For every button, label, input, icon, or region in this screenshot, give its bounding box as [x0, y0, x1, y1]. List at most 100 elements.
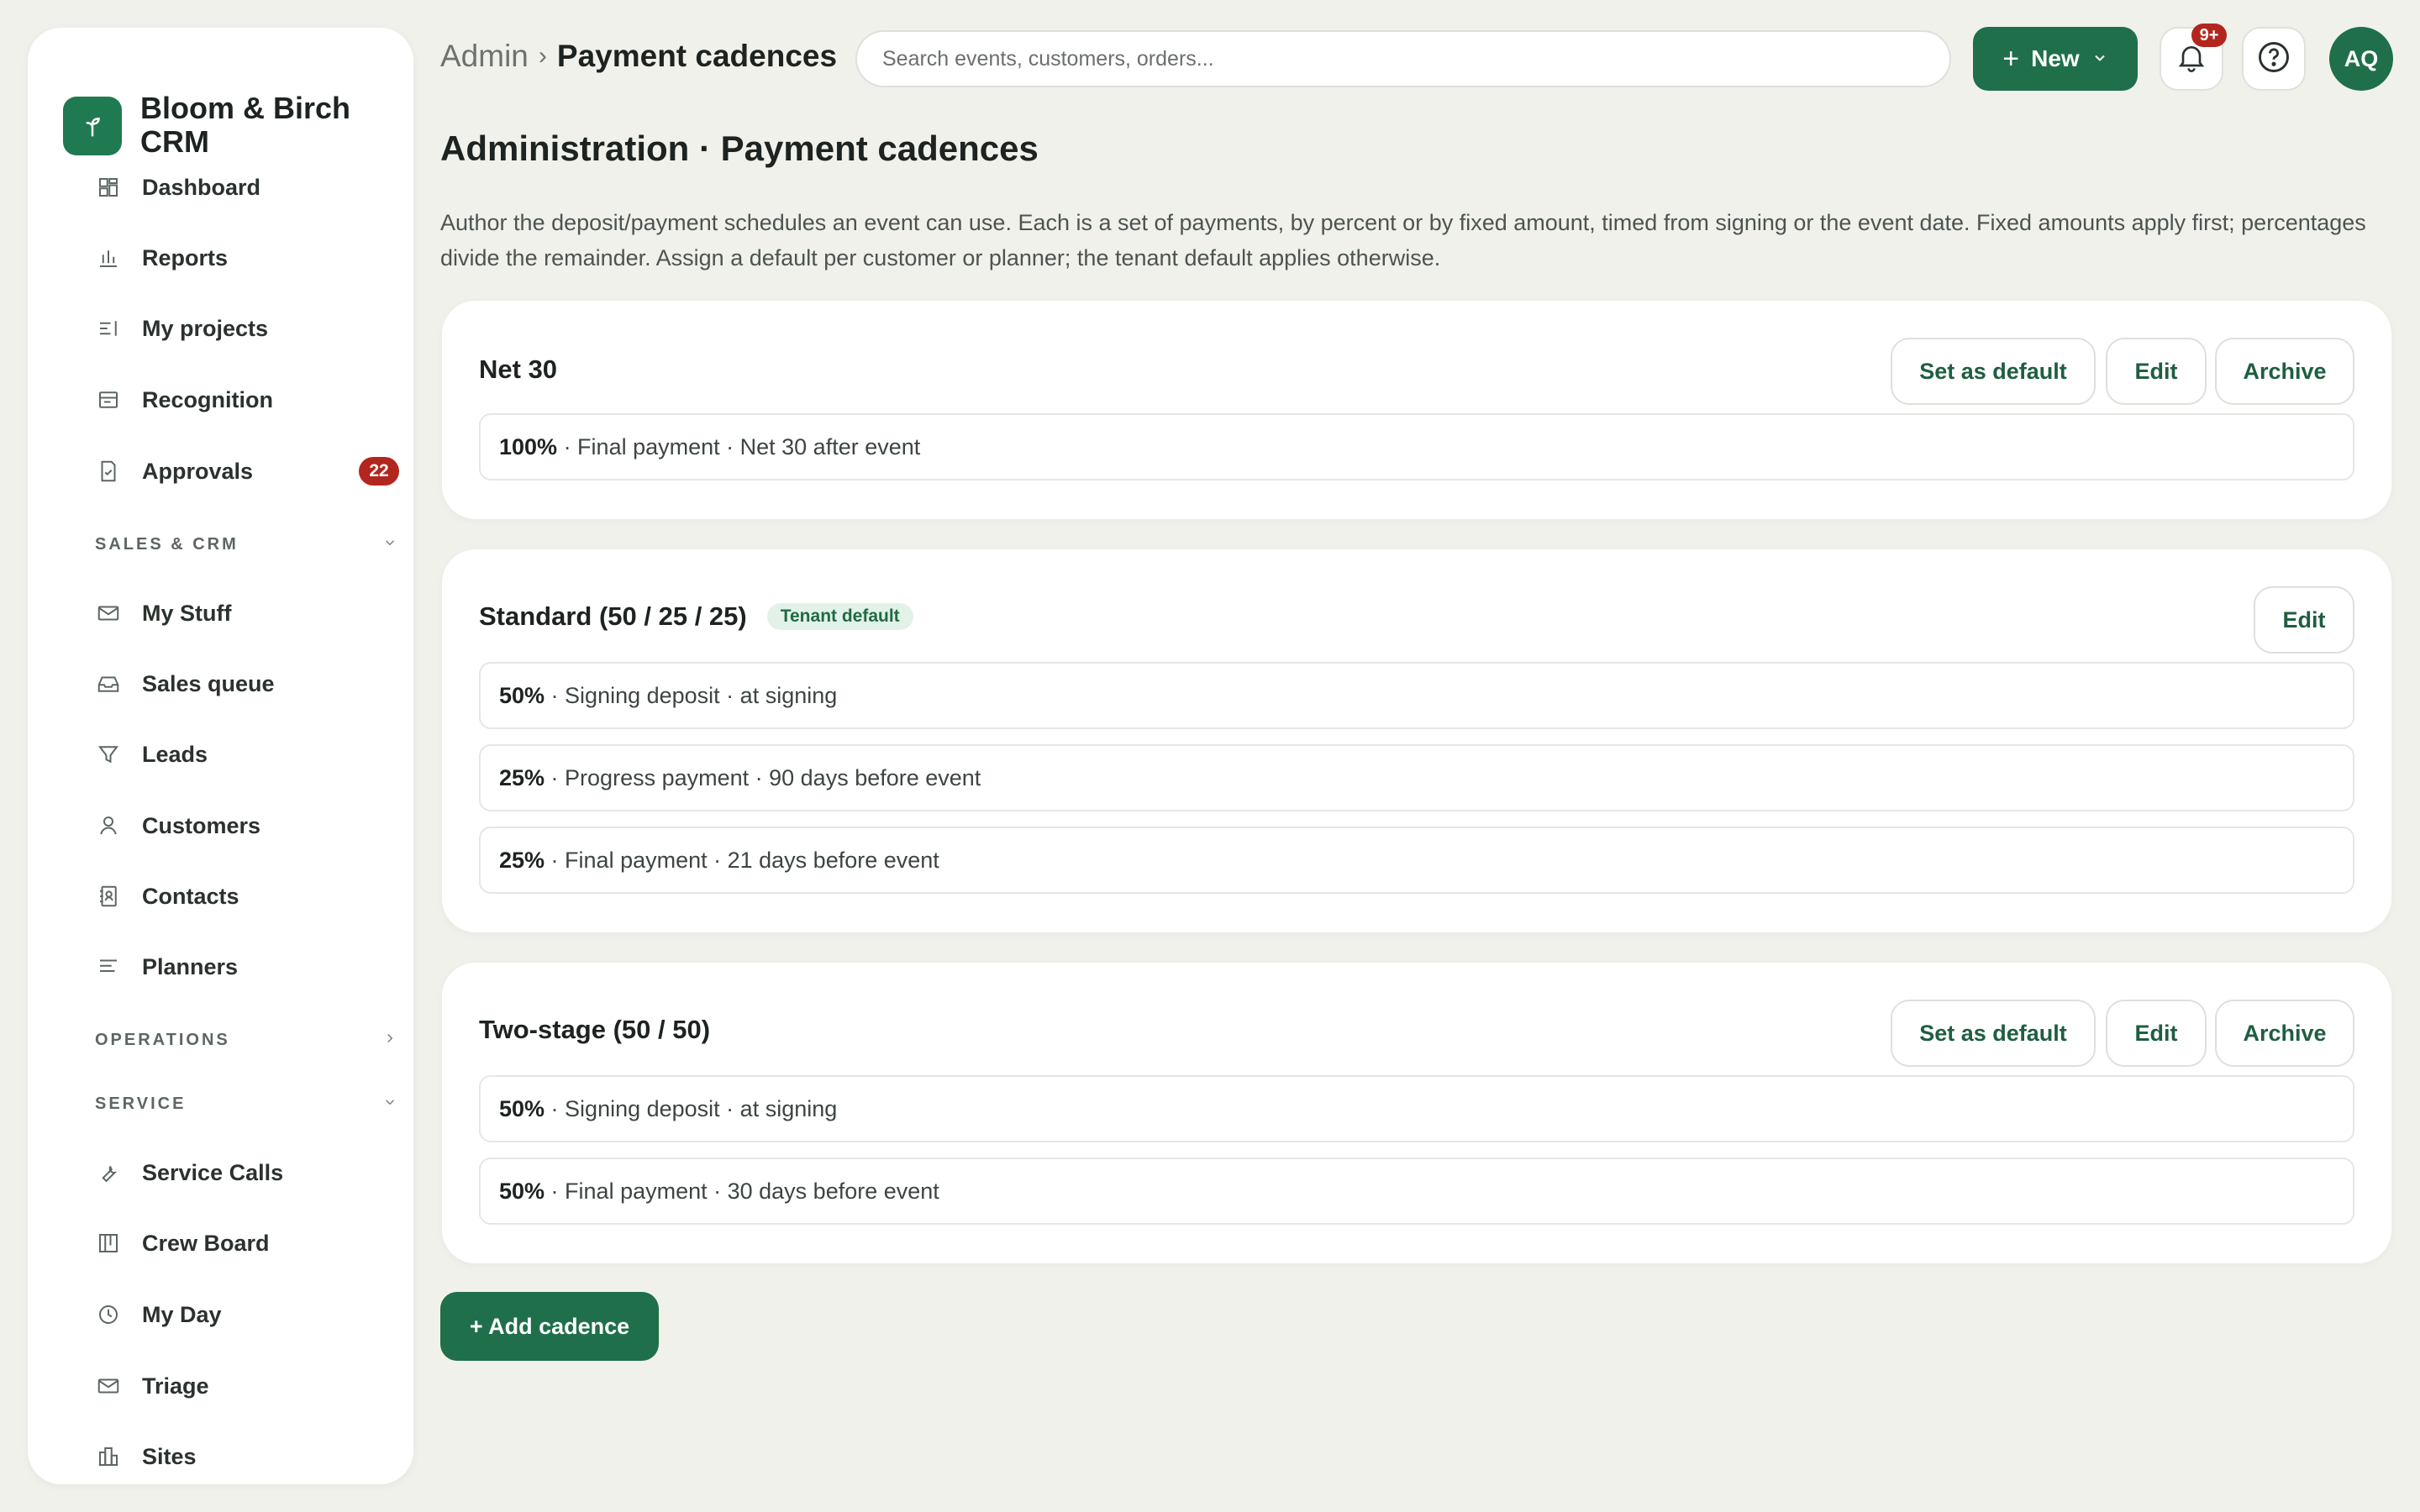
- sidebar-item-my-projects[interactable]: My projects: [63, 303, 399, 354]
- help-icon: [2255, 39, 2292, 80]
- cadence-name: Standard (50 / 25 / 25): [479, 601, 747, 631]
- filter-icon: [95, 741, 122, 768]
- tenant-default-badge: Tenant default: [766, 603, 913, 630]
- payment-percent: 50%: [499, 682, 545, 708]
- cadence-title: Two-stage (50 / 50): [479, 1015, 710, 1045]
- sidebar-item-leads[interactable]: Leads: [63, 729, 399, 780]
- edit-button[interactable]: Edit: [2254, 586, 2354, 654]
- add-cadence-button[interactable]: + Add cadence: [440, 1292, 659, 1361]
- payment-row: 100% · Final payment · Net 30 after even…: [479, 413, 2354, 480]
- chevron-down-icon: [382, 535, 397, 554]
- sidebar-item-label: Triage: [142, 1373, 209, 1399]
- sidebar-item-label: My projects: [142, 315, 269, 341]
- sidebar-item-label: Customers: [142, 812, 261, 838]
- sidebar-item-crew-board[interactable]: Crew Board: [63, 1218, 399, 1268]
- sidebar-item-label: Contacts: [142, 883, 239, 909]
- sidebar-item-label: Service Calls: [142, 1159, 284, 1185]
- cadence-card: Standard (50 / 25 / 25) Tenant default E…: [442, 549, 2391, 932]
- edit-button[interactable]: Edit: [2106, 1000, 2207, 1067]
- edit-button[interactable]: Edit: [2106, 338, 2207, 405]
- sidebar-item-label: Recognition: [142, 386, 273, 412]
- sidebar-item-customers[interactable]: Customers: [63, 801, 399, 851]
- payment-desc: · Progress payment · 90 days before even…: [544, 764, 981, 790]
- user-avatar[interactable]: AQ: [2329, 27, 2393, 91]
- payment-row: 25% · Progress payment · 90 days before …: [479, 744, 2354, 811]
- breadcrumb-separator: ›: [538, 42, 547, 70]
- approvals-count-badge: 22: [359, 457, 399, 486]
- cadence-card: Two-stage (50 / 50) Set as default Edit …: [442, 963, 2391, 1263]
- sidebar-item-label: Crew Board: [142, 1230, 270, 1256]
- sidebar: Bloom & Birch CRM Dashboard Reports My p…: [28, 28, 413, 1484]
- set-default-button[interactable]: Set as default: [1891, 338, 2096, 405]
- payment-percent: 100%: [499, 433, 558, 459]
- new-button[interactable]: + New: [1973, 27, 2138, 91]
- contact-book-icon: [95, 883, 122, 910]
- sidebar-item-my-stuff[interactable]: My Stuff: [63, 588, 399, 638]
- sidebar-item-label: Leads: [142, 741, 208, 767]
- payment-row: 50% · Final payment · 30 days before eve…: [479, 1158, 2354, 1225]
- section-label: SALES & CRM: [95, 534, 239, 554]
- sidebar-item-recognition[interactable]: Recognition: [63, 375, 399, 425]
- sidebar-item-label: Sales queue: [142, 670, 275, 696]
- sidebar-item-approvals[interactable]: Approvals 22: [63, 446, 399, 496]
- chevron-down-icon: [2091, 45, 2108, 72]
- mail-icon: [95, 600, 122, 627]
- cadence-title: Net 30: [479, 354, 557, 385]
- sidebar-item-reports[interactable]: Reports: [63, 233, 399, 283]
- breadcrumb-current: Payment cadences: [556, 39, 838, 73]
- dashboard-icon: [95, 174, 122, 201]
- sidebar-item-my-day[interactable]: My Day: [63, 1289, 399, 1340]
- archive-button[interactable]: Archive: [2215, 1000, 2354, 1067]
- cadence-card: Net 30 Set as default Edit Archive 100% …: [442, 301, 2391, 519]
- cadence-name: Two-stage (50 / 50): [479, 1015, 711, 1044]
- sidebar-item-contacts[interactable]: Contacts: [63, 871, 399, 921]
- breadcrumb: Admin › Payment cadences: [440, 39, 837, 74]
- payment-row: 50% · Signing deposit · at signing: [479, 1075, 2354, 1142]
- notification-count-badge: 9+: [2191, 24, 2227, 47]
- sidebar-item-sites[interactable]: Sites: [63, 1431, 399, 1482]
- payment-percent: 50%: [499, 1178, 545, 1204]
- card-icon: [95, 386, 122, 413]
- sidebar-item-service-calls[interactable]: Service Calls: [63, 1147, 399, 1198]
- sidebar-item-label: Approvals: [142, 458, 254, 484]
- sidebar-section-operations[interactable]: OPERATIONS: [95, 1023, 397, 1057]
- sidebar-section-sales-crm[interactable]: SALES & CRM: [95, 528, 397, 561]
- search-input[interactable]: [882, 46, 1949, 71]
- sidebar-section-service[interactable]: SERVICE: [95, 1087, 397, 1121]
- sidebar-item-label: Sites: [142, 1443, 197, 1469]
- sidebar-item-dashboard[interactable]: Dashboard: [63, 162, 399, 213]
- sidebar-item-sales-queue[interactable]: Sales queue: [63, 659, 399, 709]
- payment-desc: · Final payment · 30 days before event: [544, 1178, 939, 1204]
- clock-icon: [95, 1301, 122, 1328]
- document-check-icon: [95, 458, 122, 485]
- sidebar-item-triage[interactable]: Triage: [63, 1361, 399, 1411]
- help-button[interactable]: [2242, 27, 2306, 91]
- lines-icon: [95, 953, 122, 980]
- payment-percent: 25%: [499, 764, 545, 790]
- page-title: Administration · Payment cadences: [440, 129, 1039, 168]
- payment-desc: · Final payment · Net 30 after event: [557, 433, 921, 459]
- search-bar[interactable]: [855, 30, 1951, 87]
- inbox-icon: [95, 670, 122, 697]
- payment-desc: · Signing deposit · at signing: [544, 1095, 838, 1121]
- payment-percent: 50%: [499, 1095, 545, 1121]
- set-default-button[interactable]: Set as default: [1891, 1000, 2096, 1067]
- breadcrumb-root-link[interactable]: Admin: [440, 39, 529, 74]
- sidebar-item-label: My Day: [142, 1301, 222, 1327]
- sidebar-item-planners[interactable]: Planners: [63, 942, 399, 992]
- bar-chart-icon: [95, 244, 122, 271]
- notifications-button[interactable]: 9+: [2160, 24, 2227, 91]
- page-description: Author the deposit/payment schedules an …: [440, 210, 2366, 270]
- plus-icon: +: [2002, 42, 2020, 75]
- payment-percent: 25%: [499, 847, 545, 873]
- building-icon: [95, 1443, 122, 1470]
- payment-desc: · Final payment · 21 days before event: [544, 847, 939, 873]
- cadence-name: Net 30: [479, 354, 558, 384]
- brand[interactable]: Bloom & Birch CRM: [63, 70, 376, 159]
- archive-button[interactable]: Archive: [2215, 338, 2354, 405]
- list-icon: [95, 315, 122, 342]
- new-button-label: New: [2031, 45, 2080, 71]
- section-label: OPERATIONS: [95, 1030, 230, 1049]
- sidebar-item-label: My Stuff: [142, 600, 232, 626]
- brand-logo-icon: [63, 97, 122, 155]
